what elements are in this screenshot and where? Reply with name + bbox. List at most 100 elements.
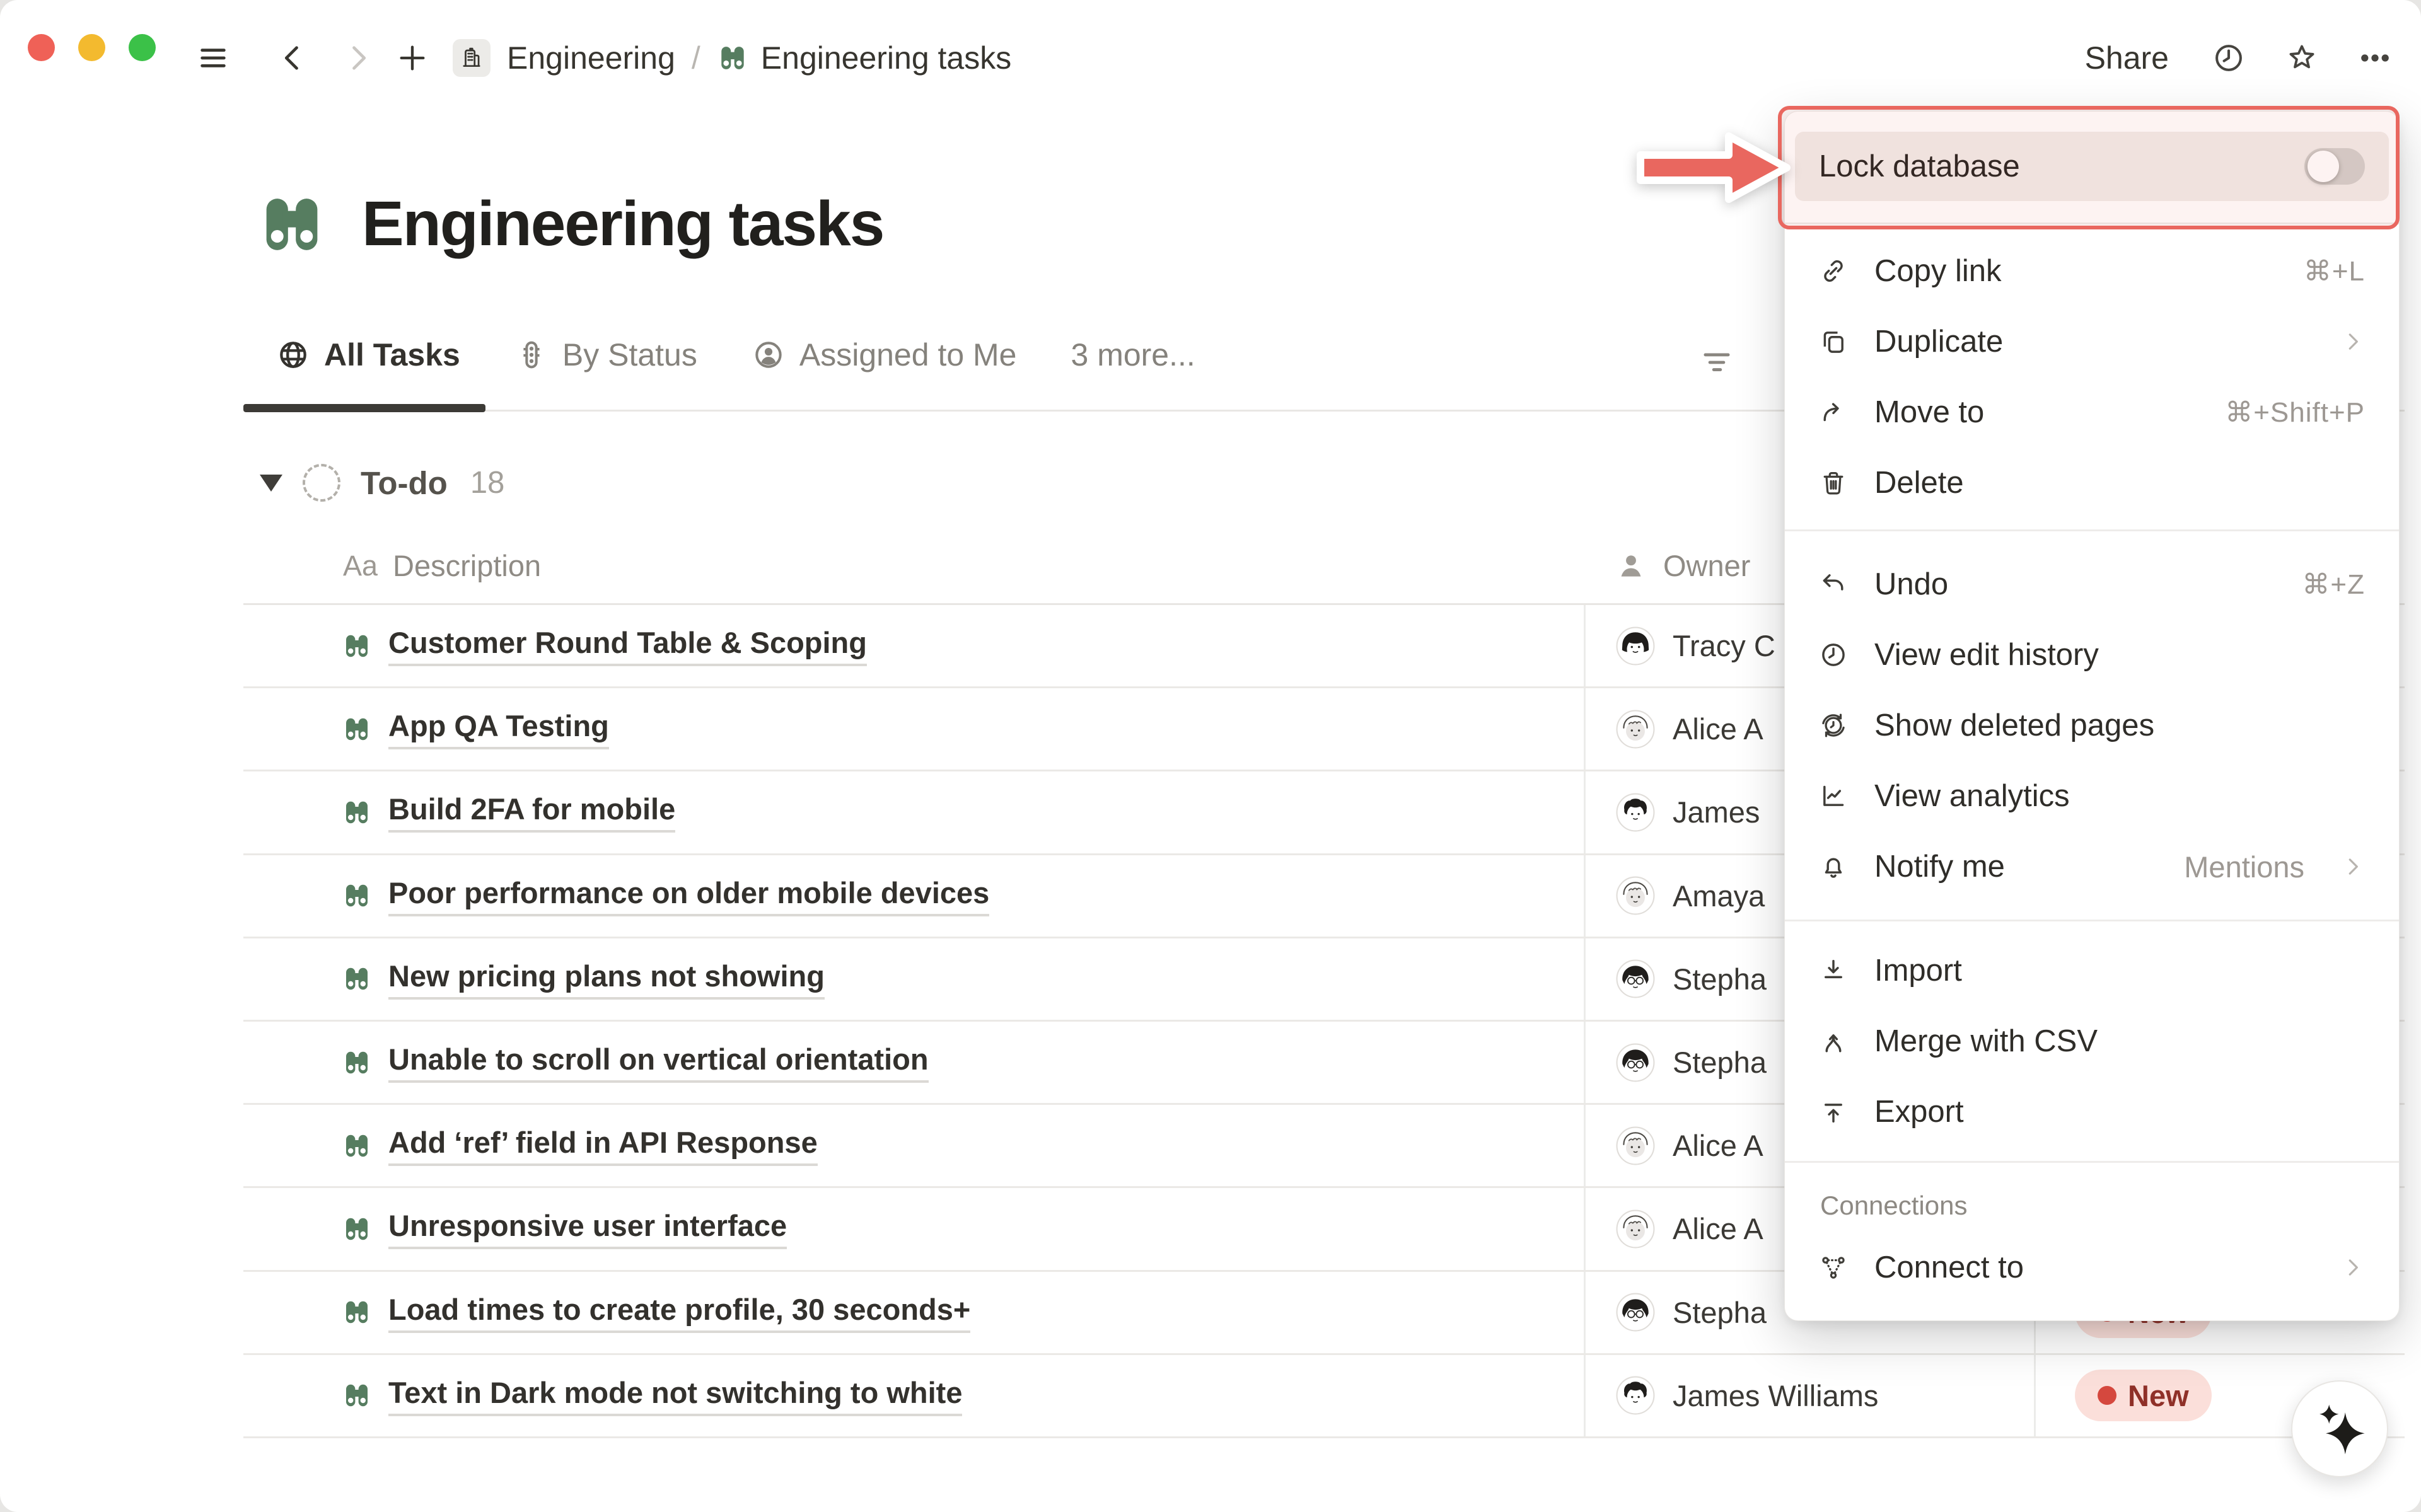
menu-item-notify-me[interactable]: Notify meMentions: [1795, 831, 2389, 902]
breadcrumb: Engineering / Engineering tasks: [453, 37, 1011, 79]
chevron-right-icon: [2341, 1255, 2365, 1279]
menu-item-view-edit-history[interactable]: View edit history: [1795, 620, 2389, 690]
active-tab-underline: [243, 404, 485, 412]
clock-icon: [1819, 640, 1848, 669]
notion-window: Engineering / Engineering tasks Share En…: [0, 0, 2421, 1512]
binoculars-page-icon: [342, 1214, 372, 1244]
column-label-description: Description: [393, 548, 541, 583]
menu-item-merge-with-csv[interactable]: Merge with CSV: [1795, 1006, 2389, 1076]
filter-icon[interactable]: [1698, 344, 1735, 381]
group-header-todo: To-do 18: [260, 464, 504, 502]
task-title[interactable]: Text in Dark mode not switching to white: [388, 1375, 962, 1416]
menu-item-label: View edit history: [1874, 637, 2365, 672]
menu-item-export[interactable]: Export: [1795, 1076, 2389, 1147]
binoculars-page-icon: [342, 1131, 372, 1161]
avatar: [1616, 1209, 1655, 1249]
minimize-window-button[interactable]: [78, 34, 105, 61]
edit-history-icon[interactable]: [2212, 41, 2246, 75]
menu-item-move-to[interactable]: Move to⌘+Shift+P: [1795, 377, 2389, 447]
collapse-triangle-icon[interactable]: [260, 475, 282, 492]
table-row[interactable]: Text in Dark mode not switching to white…: [243, 1355, 2405, 1438]
task-title[interactable]: Build 2FA for mobile: [388, 792, 675, 833]
tabs-more[interactable]: 3 more...: [1071, 337, 1195, 373]
workspace-icon[interactable]: [453, 39, 491, 77]
menu-item-copy-link[interactable]: Copy link⌘+L: [1795, 236, 2389, 306]
menu-item-delete[interactable]: Delete: [1795, 447, 2389, 518]
task-title-cell[interactable]: New pricing plans not showing: [243, 938, 1584, 1020]
view-tabs: All Tasks By Status Assigned to Me 3 mor…: [276, 337, 1195, 373]
forward-button[interactable]: [342, 42, 374, 74]
task-title-cell[interactable]: Poor performance on older mobile devices: [243, 855, 1584, 937]
menu-item-label: Undo: [1874, 567, 2275, 602]
tab-all-tasks[interactable]: All Tasks: [276, 337, 460, 373]
close-window-button[interactable]: [28, 34, 55, 61]
context-menu: Lock database Copy link⌘+LDuplicateMove t…: [1784, 111, 2400, 1321]
menu-item-label: Show deleted pages: [1874, 708, 2365, 743]
shortcut-label: ⌘+Z: [2302, 568, 2365, 601]
task-title-cell[interactable]: Add ‘ref’ field in API Response: [243, 1105, 1584, 1186]
task-title-cell[interactable]: App QA Testing: [243, 688, 1584, 770]
new-page-button[interactable]: [396, 42, 429, 74]
share-button[interactable]: Share: [2081, 39, 2173, 77]
owner-name: Stepha: [1673, 1045, 1767, 1080]
menu-item-label: Merge with CSV: [1874, 1024, 2365, 1059]
status-badge: New: [2075, 1370, 2212, 1421]
task-title-cell[interactable]: Customer Round Table & Scoping: [243, 605, 1584, 686]
back-button[interactable]: [276, 42, 309, 74]
chevron-right-icon: [2341, 330, 2365, 354]
status-dashed-circle-icon: [303, 464, 340, 502]
ai-sparkle-button[interactable]: [2291, 1380, 2388, 1477]
menu-item-view-analytics[interactable]: View analytics: [1795, 761, 2389, 831]
breadcrumb-workspace[interactable]: Engineering: [507, 40, 675, 76]
avatar: [1616, 710, 1655, 749]
window-controls: [28, 34, 156, 61]
group-name[interactable]: To-do: [361, 465, 448, 502]
owner-name: Amaya: [1673, 879, 1765, 913]
text-type-icon: Aa: [343, 550, 378, 582]
menu-section-label: Connections: [1795, 1191, 2389, 1232]
task-title[interactable]: Add ‘ref’ field in API Response: [388, 1125, 818, 1166]
binoculars-page-icon: [342, 880, 372, 911]
menu-item-connect-to[interactable]: Connect to: [1795, 1232, 2389, 1303]
owner-cell[interactable]: James Williams: [1584, 1355, 2034, 1436]
menu-item-label: Export: [1874, 1094, 2365, 1129]
task-title-cell[interactable]: Unresponsive user interface: [243, 1188, 1584, 1269]
lock-database-toggle[interactable]: [2304, 148, 2365, 185]
task-title[interactable]: Unable to scroll on vertical orientation: [388, 1042, 929, 1083]
task-title-cell[interactable]: Load times to create profile, 30 seconds…: [243, 1272, 1584, 1353]
column-header-owner[interactable]: Owner: [1584, 548, 1750, 583]
page-binoculars-icon[interactable]: [256, 188, 328, 260]
group-count: 18: [470, 465, 505, 500]
menu-item-duplicate[interactable]: Duplicate: [1795, 306, 2389, 377]
task-title-cell[interactable]: Build 2FA for mobile: [243, 771, 1584, 853]
column-header-description[interactable]: Aa Description: [243, 548, 1584, 583]
task-title[interactable]: Customer Round Table & Scoping: [388, 625, 867, 666]
zoom-window-button[interactable]: [129, 34, 156, 61]
menu-item-import[interactable]: Import: [1795, 935, 2389, 1006]
task-title[interactable]: New pricing plans not showing: [388, 959, 825, 1000]
sidebar-menu-icon[interactable]: [197, 42, 229, 74]
task-title[interactable]: Unresponsive user interface: [388, 1208, 787, 1249]
task-title[interactable]: App QA Testing: [388, 708, 609, 749]
more-options-icon[interactable]: [2358, 41, 2392, 75]
binoculars-page-icon: [342, 964, 372, 994]
task-title-cell[interactable]: Unable to scroll on vertical orientation: [243, 1022, 1584, 1103]
tab-by-status[interactable]: By Status: [514, 337, 697, 373]
task-title[interactable]: Load times to create profile, 30 seconds…: [388, 1292, 970, 1333]
favorite-star-icon[interactable]: [2285, 41, 2319, 75]
task-title[interactable]: Poor performance on older mobile devices: [388, 875, 989, 916]
tab-assigned-to-me[interactable]: Assigned to Me: [752, 337, 1017, 373]
menu-item-undo[interactable]: Undo ⌘+Z: [1795, 549, 2389, 620]
trash-icon: [1819, 468, 1848, 497]
menu-item-lock-database[interactable]: Lock database: [1795, 132, 2389, 201]
menu-item-show-deleted-pages[interactable]: Show deleted pages: [1795, 690, 2389, 761]
bell-icon: [1819, 852, 1848, 881]
task-title-cell[interactable]: Text in Dark mode not switching to white: [243, 1355, 1584, 1436]
breadcrumb-page[interactable]: Engineering tasks: [717, 40, 1011, 76]
page-title[interactable]: Engineering tasks: [362, 188, 883, 260]
avatar: [1616, 793, 1655, 832]
avatar: [1616, 876, 1655, 915]
avatar: [1616, 1126, 1655, 1165]
owner-name: James Williams: [1673, 1378, 1878, 1413]
analytics-icon: [1819, 782, 1848, 811]
